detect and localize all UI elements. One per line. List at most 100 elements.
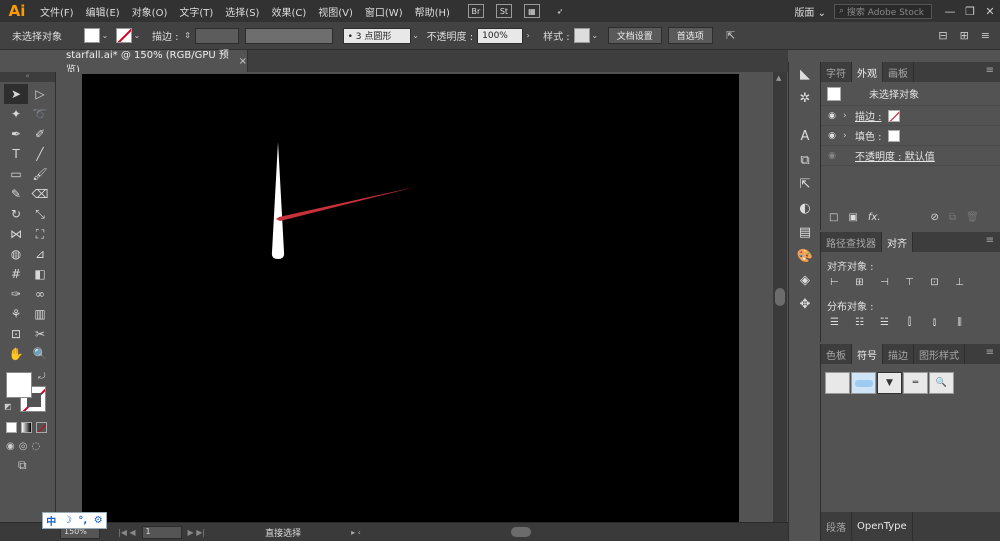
preferences-button[interactable]: 首选项 <box>667 27 713 44</box>
shape-builder-tool-icon[interactable]: ◍ <box>4 244 28 264</box>
style-dropdown-icon[interactable]: ⌄ <box>590 31 600 40</box>
ime-settings-icon[interactable]: ⚙ <box>94 515 103 526</box>
gradient-panel-icon[interactable]: ▤ <box>789 220 821 244</box>
menu-effect[interactable]: 效果(C) <box>265 4 312 19</box>
ime-chinese[interactable]: 中 <box>46 513 56 528</box>
symbol-dropdown-icon[interactable]: ▼ <box>877 372 902 394</box>
fill-swatch[interactable] <box>84 28 100 43</box>
color-mode-icon[interactable] <box>6 422 17 433</box>
fill-dropdown-icon[interactable]: ⌄ <box>100 31 110 40</box>
stroke-swatch[interactable] <box>116 28 132 43</box>
tab-swatches[interactable]: 色板 <box>821 344 852 364</box>
default-colors-icon[interactable]: ◩ <box>4 402 12 411</box>
tab-character[interactable]: 字符 <box>821 62 852 82</box>
red-streak-shape[interactable] <box>276 187 415 221</box>
menu-help[interactable]: 帮助(H) <box>409 4 456 19</box>
document-tab[interactable]: starfall.ai* @ 150% (RGB/GPU 预览) × <box>58 50 248 76</box>
ime-toolbar[interactable]: 中 ☽ °, ⚙ <box>42 512 107 529</box>
transform-icon[interactable]: ⊞ <box>960 29 969 42</box>
symbol-slider[interactable]: ═ <box>903 372 928 394</box>
expand-chevron-icon[interactable]: › <box>843 111 855 121</box>
tab-symbols[interactable]: 符号 <box>852 344 883 364</box>
brush-definition[interactable]: • 3 点圆形 <box>342 27 411 44</box>
color-guide-icon[interactable]: ✲ <box>789 86 821 110</box>
visibility-eye-icon[interactable]: ◉ <box>821 111 843 121</box>
draw-normal-icon[interactable]: ◉ <box>6 441 15 452</box>
align-hcenter-icon[interactable]: ⊞ <box>852 275 867 289</box>
stroke-attribute-swatch[interactable] <box>887 109 900 122</box>
add-effect-icon[interactable]: fx. <box>868 212 881 223</box>
tab-opentype[interactable]: OpenType <box>852 512 913 541</box>
menu-object[interactable]: 对象(O) <box>126 4 174 19</box>
align-right-icon[interactable]: ⊣ <box>877 275 892 289</box>
variable-width-profile[interactable] <box>244 27 333 44</box>
tab-paragraph[interactable]: 段落 <box>821 512 852 541</box>
tab-artboards[interactable]: 画板 <box>883 62 914 82</box>
arrange-documents-icon[interactable]: ▦ <box>523 4 540 18</box>
paintbrush-tool-icon[interactable]: 🖌 <box>28 164 52 184</box>
scroll-up-icon[interactable]: ▲ <box>776 74 781 82</box>
curvature-tool-icon[interactable]: ✐ <box>28 124 52 144</box>
eraser-tool-icon[interactable]: ⌫ <box>28 184 52 204</box>
free-transform-tool-icon[interactable]: ⛶ <box>28 224 52 244</box>
delete-item-icon[interactable]: 🗑 <box>966 212 979 223</box>
panel-menu-icon[interactable]: ≡ <box>986 347 994 358</box>
screen-mode-icon[interactable]: ⧉ <box>0 458 55 473</box>
panel-menu-icon[interactable]: ≡ <box>981 29 990 42</box>
ime-moon-icon[interactable]: ☽ <box>63 515 72 526</box>
graphic-style-swatch[interactable] <box>573 28 590 43</box>
distribute-vcenter-icon[interactable]: ☷ <box>852 315 867 329</box>
menu-view[interactable]: 视图(V) <box>312 4 359 19</box>
zoom-tool-icon[interactable]: 🔍 <box>28 344 52 364</box>
ime-punct-icon[interactable]: °, <box>78 515 87 526</box>
artboard-tool-icon[interactable]: ⊡ <box>4 324 28 344</box>
stroke-attribute-label[interactable]: 描边 : <box>855 108 882 123</box>
character-styles-icon[interactable]: A <box>789 124 821 148</box>
align-left-icon[interactable]: ⊢ <box>827 275 842 289</box>
tab-pathfinder[interactable]: 路径查找器 <box>821 232 882 252</box>
fill-color-box[interactable] <box>6 372 32 398</box>
color-panel-icon[interactable]: 🎨 <box>789 244 821 268</box>
panel-menu-icon[interactable]: ≡ <box>986 235 994 246</box>
perspective-grid-tool-icon[interactable]: ⊿ <box>28 244 52 264</box>
fill-attribute-label[interactable]: 填色 : <box>855 128 882 143</box>
slice-tool-icon[interactable]: ✂ <box>28 324 52 344</box>
menu-edit[interactable]: 编辑(E) <box>80 4 126 19</box>
first-artboard-icon[interactable]: |◀ ◀ <box>118 528 136 537</box>
direct-selection-tool-icon[interactable]: ▷ <box>28 84 52 104</box>
canvas-area[interactable] <box>57 72 787 523</box>
rotate-tool-icon[interactable]: ↻ <box>4 204 28 224</box>
draw-behind-icon[interactable]: ◎ <box>19 441 28 452</box>
mesh-tool-icon[interactable]: # <box>4 264 28 284</box>
align-vcenter-icon[interactable]: ⊡ <box>927 275 942 289</box>
gradient-mode-icon[interactable] <box>21 422 32 433</box>
close-tab-icon[interactable]: × <box>239 56 247 67</box>
fill-attribute-swatch[interactable] <box>887 129 900 142</box>
magic-wand-tool-icon[interactable]: ✦ <box>4 104 28 124</box>
stroke-label[interactable]: 描边 : <box>152 28 179 43</box>
brush-dropdown-icon[interactable]: ⌄ <box>411 31 421 40</box>
swap-fill-stroke-icon[interactable]: ⤾ <box>38 372 46 382</box>
layers-icon[interactable]: ◈ <box>789 268 821 292</box>
document-setup-button[interactable]: 文档设置 <box>607 27 662 44</box>
scale-tool-icon[interactable]: ⤡ <box>28 204 52 224</box>
add-fill-icon[interactable]: ▣ <box>848 212 857 223</box>
white-spike-shape[interactable] <box>271 142 285 259</box>
width-tool-icon[interactable]: ⋈ <box>4 224 28 244</box>
export-icon[interactable]: ⇱ <box>789 172 821 196</box>
horizontal-scroll-thumb[interactable] <box>510 527 531 537</box>
tab-align[interactable]: 对齐 <box>882 232 913 252</box>
tools-collapse-icon[interactable]: « <box>0 72 55 82</box>
visibility-eye-icon[interactable]: ◉ <box>821 131 843 141</box>
column-graph-tool-icon[interactable]: ▥ <box>28 304 52 324</box>
menu-select[interactable]: 选择(S) <box>219 4 265 19</box>
stock-button[interactable]: St <box>495 4 512 18</box>
artboard[interactable] <box>82 74 739 523</box>
symbol-sprayer-tool-icon[interactable]: ⚘ <box>4 304 28 324</box>
distribute-bottom-icon[interactable]: ☱ <box>877 315 892 329</box>
blend-tool-icon[interactable]: ∞ <box>28 284 52 304</box>
minimize-icon[interactable]: — <box>940 5 960 18</box>
distribute-right-icon[interactable]: ⫼ <box>952 315 967 329</box>
stroke-weight-stepper[interactable]: ⇕ <box>183 31 193 40</box>
gradient-tool-icon[interactable]: ◧ <box>28 264 52 284</box>
